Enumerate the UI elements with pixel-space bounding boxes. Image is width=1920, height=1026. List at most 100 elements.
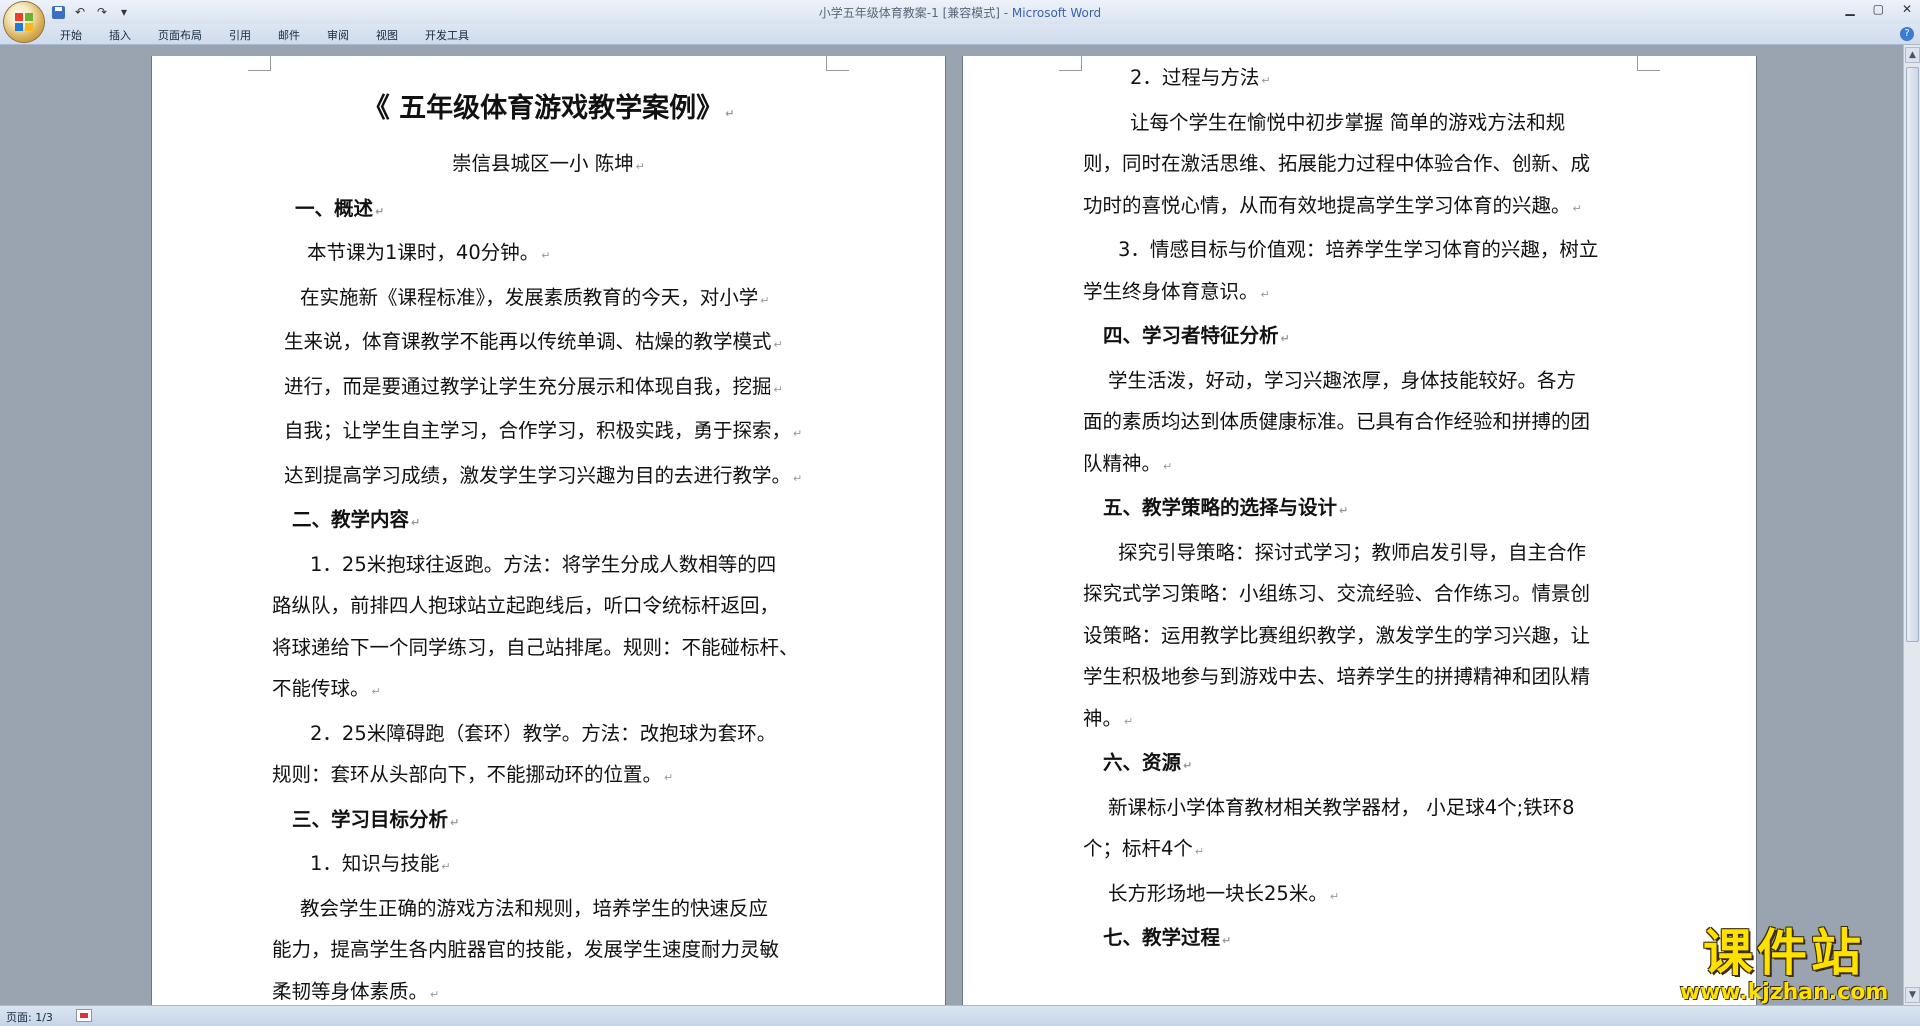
paragraph-line: 学生终身体育意识。 ↵ (963, 271, 1756, 316)
help-icon[interactable]: ? (1900, 27, 1914, 41)
line-text: 1．知识与技能 (310, 852, 440, 875)
page-2-text[interactable]: 2．过程与方法 ↵ 让每个学生在愉悦中初步掌握 简单的游戏方法和规则，同时在激活思维… (963, 57, 1756, 962)
ribbon-tab[interactable]: 开始 (60, 27, 95, 43)
line-text: 六、资源 (1103, 751, 1182, 774)
line-text: 功时的喜悦心情，从而有效地提高学生学习体育的兴趣。 (1083, 193, 1571, 217)
ribbon-tab[interactable]: 视图 (376, 27, 411, 43)
paragraph-line: 探究式学习策略：小组练习、交流经验、合作练习。情景创 (963, 573, 1756, 615)
paragraph-line: 崇信县城区一小 陈坤 ↵ (152, 143, 945, 188)
crop-mark-icon (826, 56, 849, 71)
line-text: 一、概述 (295, 196, 374, 220)
office-logo-icon (15, 13, 33, 31)
line-text: 个；标杆4个 (1083, 837, 1193, 860)
document-heading: 《 五年级体育游戏教学案例》 ↵ (362, 93, 735, 124)
line-text: 2．25米障碍跑（套环）教学。方法：改抱球为套环。 (310, 721, 777, 745)
line-text: 五、教学策略的选择与设计 (1103, 496, 1338, 519)
paragraph-mark-icon: ↵ (773, 338, 783, 351)
paragraph-line: 进行，而是要通过教学让学生充分展示和体现自我，挖掘 ↵ (152, 366, 945, 411)
paragraph-line: 个；标杆4个 ↵ (963, 828, 1756, 873)
window-title: 小学五年级体育教案-1 [兼容模式] - Microsoft Word (0, 4, 1920, 21)
status-bar: 页面: 1/3 (0, 1005, 1920, 1026)
line-text: 达到提高学习成绩，激发学生学习兴趣为目的去进行教学。 (284, 463, 792, 487)
vertical-scrollbar[interactable]: ▲ ▼ (1903, 45, 1920, 1005)
line-text: 柔韧等身体素质。 (272, 979, 429, 1003)
paragraph-line: 在实施新《课程标准》，发展素质教育的今天，对小学 ↵ (152, 277, 945, 322)
ribbon-tab[interactable]: 开发工具 (425, 27, 482, 43)
line-text: 学生终身体育意识。 (1083, 279, 1259, 303)
paragraph-mark-icon: ↵ (793, 471, 803, 485)
title-bar: ↶ ↷ ▾ 小学五年级体育教案-1 [兼容模式] - Microsoft Wor… (0, 0, 1920, 24)
paragraph-line: 将球递给下一个同学练习，自己站排尾。规则：不能碰标杆、 (152, 627, 945, 669)
paragraph-line: 2．过程与方法 ↵ (963, 57, 1756, 102)
paragraph-line: 3．情感目标与价值观：培养学生学习体育的兴趣，树立 (963, 229, 1756, 271)
watermark-logo: 课件站 www.kjzhan.com (1668, 925, 1900, 1005)
close-icon[interactable]: ✕ (1902, 2, 1912, 16)
ribbon-tab[interactable]: 审阅 (327, 27, 362, 43)
paragraph-mark-icon: ↵ (1194, 845, 1205, 858)
paragraph-line: 达到提高学习成绩，激发学生学习兴趣为目的去进行教学。 ↵ (152, 455, 945, 500)
maximize-icon[interactable]: ▢ (1873, 2, 1884, 16)
paragraph-mark-icon: ↵ (793, 427, 803, 440)
line-text: 3．情感目标与价值观：培养学生学习体育的兴趣，树立 (1118, 238, 1599, 261)
paragraph-line: 1．25米抱球往返跑。方法：将学生分成人数相等的四 (152, 544, 945, 586)
paragraph-mark-icon: ↵ (1280, 332, 1290, 345)
paragraph-line: 柔韧等身体素质。 ↵ (152, 971, 945, 1006)
line-text: 1．25米抱球往返跑。方法：将学生分成人数相等的四 (310, 552, 777, 576)
ribbon: 开始 插入 页面布局 引用 邮件 审阅 视图 开发工具 ? (0, 24, 1920, 45)
paragraph-line: 能力，提高学生各内脏器官的技能，发展学生速度耐力灵敏 (152, 929, 945, 971)
page-2: 2．过程与方法 ↵ 让每个学生在愉悦中初步掌握 简单的游戏方法和规则，同时在激活思维… (963, 56, 1756, 1005)
paragraph-mark-icon: ↵ (1222, 934, 1232, 947)
line-text: 探究式学习策略：小组练习、交流经验、合作练习。情景创 (1083, 582, 1591, 605)
office-button[interactable] (4, 2, 44, 42)
line-text: 在实施新《课程标准》，发展素质教育的今天，对小学 (300, 285, 759, 309)
paragraph-line: 面的素质均达到体质健康标准。已具有合作经验和拼搏的团 (963, 401, 1756, 443)
line-text: 路纵队，前排四人抱球站立起跑线后，听口令统标杆返回， (272, 594, 780, 617)
scroll-up-icon[interactable]: ▲ (1905, 47, 1920, 63)
paragraph-mark-icon: ↵ (635, 160, 645, 173)
ribbon-tab[interactable]: 邮件 (278, 27, 313, 43)
line-text: 设策略：运用教学比赛组织教学，激发学生的学习兴趣，让 (1083, 623, 1591, 647)
paragraph-line: 设策略：运用教学比赛组织教学，激发学生的学习兴趣，让 (963, 615, 1756, 657)
line-text: 生来说，体育课教学不能再以传统单调、枯燥的教学模式 (284, 330, 772, 353)
window-controls: ▁ ▢ ✕ (1845, 2, 1912, 16)
ribbon-tab[interactable]: 插入 (109, 27, 144, 43)
page-count[interactable]: 页面: 1/3 (6, 1009, 53, 1025)
paragraph-line: 功时的喜悦心情，从而有效地提高学生学习体育的兴趣。 ↵ (963, 185, 1756, 230)
ribbon-tabs: 开始 插入 页面布局 引用 邮件 审阅 视图 开发工具 (60, 27, 496, 43)
page-1-text[interactable]: 《 五年级体育游戏教学案例》 ↵ 崇信县城区一小 陈坤 ↵ 一、概述 ↵ 本节课为1课时，… (152, 86, 945, 1005)
watermark-text: 课件站 (1703, 924, 1865, 982)
paragraph-line: 本节课为1课时，40分钟。 ↵ (152, 232, 945, 277)
paragraph-line: 规则：套环从头部向下，不能挪动环的位置。 ↵ (152, 754, 945, 799)
scrollbar-thumb[interactable] (1906, 67, 1919, 642)
line-text: 让每个学生在愉悦中初步掌握 简单的游戏方法和规 (1130, 110, 1566, 134)
line-text: 不能传球。 (272, 677, 370, 700)
paragraph-line: 学生积极地参与到游戏中去、培养学生的拼搏精神和团队精 (963, 656, 1756, 698)
document-title: 小学五年级体育教案-1 [兼容模式] - (818, 6, 1012, 20)
line-text: 神。 (1083, 706, 1123, 730)
paragraph-line: 则，同时在激活思维、拓展能力过程中体验合作、创新、成 (963, 143, 1756, 185)
section-heading: 六、资源 ↵ (963, 742, 1756, 787)
line-text: 崇信县城区一小 陈坤 (452, 152, 634, 175)
minimize-icon[interactable]: ▁ (1845, 2, 1854, 16)
paragraph-mark-icon: ↵ (430, 987, 440, 1001)
scroll-down-icon[interactable]: ▼ (1905, 987, 1920, 1003)
paragraph-mark-icon: ↵ (1124, 714, 1134, 728)
paragraph-line: 探究引导策略：探讨式学习；教师启发引导，自主合作 (963, 532, 1756, 574)
ribbon-tab[interactable]: 页面布局 (158, 27, 215, 43)
paragraph-mark-icon: ↵ (375, 204, 385, 218)
page-1: 《 五年级体育游戏教学案例》 ↵ 崇信县城区一小 陈坤 ↵ 一、概述 ↵ 本节课为1课时，… (152, 56, 945, 1005)
paragraph-mark-icon: ↵ (1183, 759, 1193, 772)
document-area: 《 五年级体育游戏教学案例》 ↵ 崇信县城区一小 陈坤 ↵ 一、概述 ↵ 本节课为1课时，… (0, 45, 1903, 1005)
paragraph-mark-icon: ↵ (1329, 889, 1340, 903)
section-heading: 一、概述 ↵ (152, 188, 945, 233)
paragraph-mark-icon: ↵ (1261, 74, 1271, 87)
line-text: 本节课为1课时，40分钟。 (307, 241, 540, 264)
section-heading: 七、教学过程 ↵ (963, 917, 1756, 962)
line-text: 将球递给下一个同学练习，自己站排尾。规则：不能碰标杆、 (272, 635, 799, 659)
line-text: 自我；让学生自主学习，合作学习，积极实践，勇于探索， (284, 419, 792, 442)
proofing-status-icon[interactable] (76, 1009, 92, 1022)
paragraph-mark-icon: ↵ (541, 249, 551, 262)
line-text: 规则：套环从头部向下，不能挪动环的位置。 (272, 763, 663, 786)
line-text: 队精神。 (1083, 451, 1162, 475)
ribbon-tab[interactable]: 引用 (229, 27, 264, 43)
